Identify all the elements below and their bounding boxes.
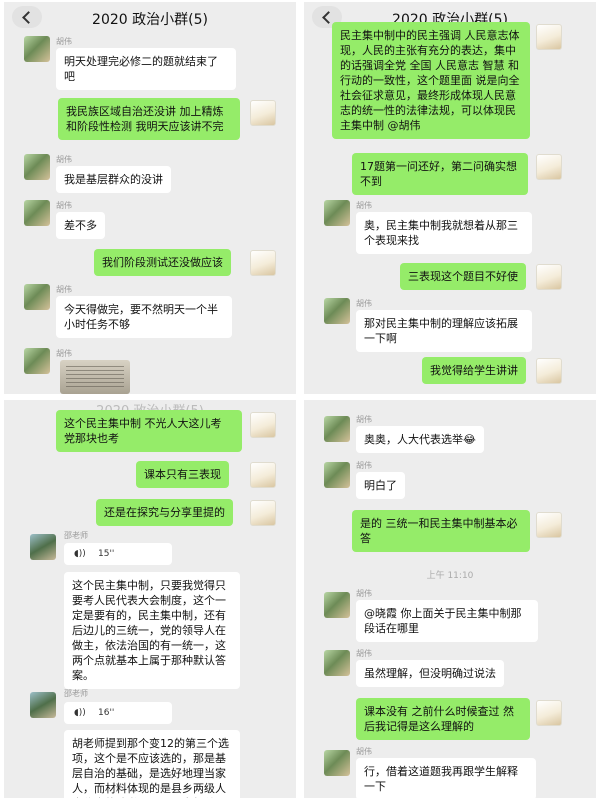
- image-message[interactable]: [60, 360, 130, 394]
- message-bubble[interactable]: 我民族区域自治还没讲 加上精炼和阶段性检测 我明天应该讲不完: [58, 98, 240, 140]
- voice-message[interactable]: ◖)) 15'': [64, 543, 172, 565]
- sender-name: 胡伟: [356, 299, 372, 308]
- timestamp: 上午 11:10: [426, 571, 474, 581]
- message-bubble[interactable]: 明白了: [356, 472, 405, 499]
- avatar[interactable]: [536, 700, 562, 726]
- voice-duration: 15'': [98, 549, 115, 559]
- sender-name: 胡伟: [356, 461, 372, 470]
- message-bubble[interactable]: 奥奥，人大代表选举😂: [356, 426, 484, 453]
- avatar[interactable]: [24, 284, 50, 310]
- sender-name: 邵老师: [64, 689, 88, 698]
- avatar[interactable]: [324, 416, 350, 442]
- message-bubble[interactable]: 还是在探究与分享里提的: [96, 499, 233, 526]
- sender-name: 胡伟: [356, 589, 372, 598]
- voice-transcript[interactable]: 这个民主集中制，只要我觉得只要考人民代表大会制度，这个一定是要有的，民主集中制，…: [64, 572, 240, 689]
- message-bubble[interactable]: 三表现这个题目不好使: [400, 263, 526, 290]
- sender-name: 胡伟: [356, 201, 372, 210]
- avatar[interactable]: [24, 154, 50, 180]
- message-bubble[interactable]: 这个民主集中制 不光人大这儿考 党那块也考: [56, 410, 242, 452]
- sender-name: 邵老师: [64, 531, 88, 540]
- avatar[interactable]: [324, 592, 350, 618]
- chat-panel-1: 2020 政治小群(5) 胡伟 明天处理完必修二的题就结束了吧 我民族区域自治还…: [4, 2, 296, 394]
- sender-name: 胡伟: [356, 649, 372, 658]
- avatar[interactable]: [24, 348, 50, 374]
- avatar[interactable]: [250, 500, 276, 526]
- message-bubble[interactable]: 今天得做完，要不然明天一个半小时任务不够: [56, 296, 232, 338]
- message-bubble[interactable]: 差不多: [56, 212, 105, 239]
- laugh-cry-emoji: 😂: [463, 433, 476, 446]
- message-bubble[interactable]: 那对民主集中制的理解应该拓展一下啊: [356, 310, 532, 352]
- sender-name: 胡伟: [56, 349, 72, 358]
- avatar[interactable]: [24, 36, 50, 62]
- message-bubble[interactable]: 17题第一问还好，第二问确实想不到: [352, 153, 528, 195]
- message-bubble[interactable]: 民主集中制中的民主强调 人民意志体现，人民的主张有充分的表达，集中的话强调全党 …: [332, 22, 530, 139]
- message-text: 奥奥，人大代表选举: [364, 433, 463, 446]
- avatar[interactable]: [536, 154, 562, 180]
- message-bubble[interactable]: 明天处理完必修二的题就结束了吧: [56, 48, 236, 90]
- message-bubble[interactable]: 我们阶段测试还没做应该: [94, 249, 231, 276]
- message-bubble[interactable]: 奥，民主集中制我就想着从那三个表现来找: [356, 212, 532, 254]
- voice-duration: 16'': [98, 708, 115, 718]
- message-bubble[interactable]: 我是基层群众的没讲: [56, 166, 171, 193]
- message-bubble[interactable]: 课本没有 之前什么时候查过 然后我记得是这么理解的: [356, 698, 530, 740]
- sender-name: 胡伟: [56, 201, 72, 210]
- voice-wave-icon: ◖)): [74, 549, 86, 559]
- chat-panel-4: 胡伟 奥奥，人大代表选举😂 胡伟 明白了 是的 三统一和民主集中制基本必答 上午…: [304, 400, 596, 798]
- voice-message[interactable]: ◖)) 16'': [64, 702, 172, 724]
- avatar[interactable]: [250, 100, 276, 126]
- avatar[interactable]: [324, 462, 350, 488]
- avatar[interactable]: [324, 298, 350, 324]
- avatar[interactable]: [24, 200, 50, 226]
- avatar[interactable]: [536, 512, 562, 538]
- sender-name: 胡伟: [356, 415, 372, 424]
- message-bubble[interactable]: 行，借着这道题我再跟学生解释一下: [356, 758, 536, 798]
- message-bubble[interactable]: 我觉得给学生讲讲: [422, 357, 526, 384]
- message-bubble[interactable]: 虽然理解，但没明确过说法: [356, 660, 504, 687]
- avatar[interactable]: [30, 534, 56, 560]
- sender-name: 胡伟: [56, 155, 72, 164]
- sender-name: 胡伟: [356, 747, 372, 756]
- chat-header: 2020 政治小群(5): [4, 2, 296, 32]
- avatar[interactable]: [536, 264, 562, 290]
- avatar[interactable]: [536, 24, 562, 50]
- chat-panel-3: 2020 政治小群(5) 这个民主集中制 不光人大这儿考 党那块也考 课本只有三…: [4, 400, 296, 798]
- avatar[interactable]: [324, 750, 350, 776]
- sender-name: 胡伟: [56, 37, 72, 46]
- avatar[interactable]: [324, 200, 350, 226]
- avatar[interactable]: [250, 250, 276, 276]
- sender-name: 胡伟: [56, 285, 72, 294]
- chat-title: 2020 政治小群(5): [92, 12, 208, 28]
- avatar[interactable]: [30, 692, 56, 718]
- message-bubble[interactable]: @晓霞 你上面关于民主集中制那段话在哪里: [356, 600, 538, 642]
- avatar[interactable]: [250, 412, 276, 438]
- chat-header-clipped: 2020 政治小群(5): [4, 400, 296, 419]
- back-button[interactable]: [12, 6, 42, 28]
- message-bubble[interactable]: 是的 三统一和民主集中制基本必答: [352, 510, 530, 552]
- chat-panel-2: 2020 政治小群(5) 民主集中制中的民主强调 人民意志体现，人民的主张有充分…: [304, 2, 596, 394]
- avatar[interactable]: [250, 462, 276, 488]
- voice-transcript[interactable]: 胡老师提到那个变12的第三个选项，这个是不应该选的，那是基层自治的基础，是选好地…: [64, 730, 240, 798]
- voice-wave-icon: ◖)): [74, 708, 86, 718]
- message-bubble[interactable]: 课本只有三表现: [136, 461, 229, 488]
- avatar[interactable]: [324, 650, 350, 676]
- avatar[interactable]: [536, 358, 562, 384]
